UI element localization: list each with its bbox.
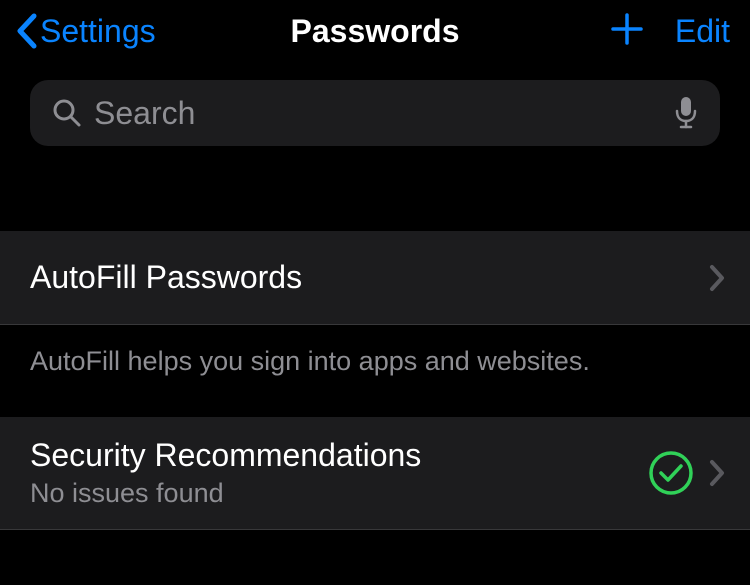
autofill-passwords-row[interactable]: AutoFill Passwords — [0, 231, 750, 325]
back-button-label: Settings — [40, 13, 156, 50]
row-title: Security Recommendations — [30, 437, 648, 474]
add-button[interactable] — [609, 11, 645, 52]
section-gap — [0, 176, 750, 231]
security-recommendations-row[interactable]: Security Recommendations No issues found — [0, 417, 750, 530]
chevron-left-icon — [14, 12, 38, 50]
microphone-icon[interactable] — [674, 96, 698, 130]
search-input[interactable] — [94, 95, 664, 132]
chevron-right-icon — [708, 458, 726, 488]
search-container — [0, 64, 750, 176]
row-title: AutoFill Passwords — [30, 259, 708, 296]
search-icon — [52, 98, 82, 128]
plus-icon — [609, 11, 645, 52]
chevron-right-icon — [708, 263, 726, 293]
navigation-bar: Settings Passwords Edit — [0, 0, 750, 64]
section-gap — [0, 399, 750, 417]
search-bar[interactable] — [30, 80, 720, 146]
edit-button[interactable]: Edit — [675, 13, 730, 50]
checkmark-circle-icon — [648, 450, 694, 496]
page-title: Passwords — [291, 13, 460, 50]
back-button[interactable]: Settings — [10, 12, 156, 50]
row-subtitle: No issues found — [30, 478, 648, 509]
section-footer: AutoFill helps you sign into apps and we… — [0, 325, 750, 399]
